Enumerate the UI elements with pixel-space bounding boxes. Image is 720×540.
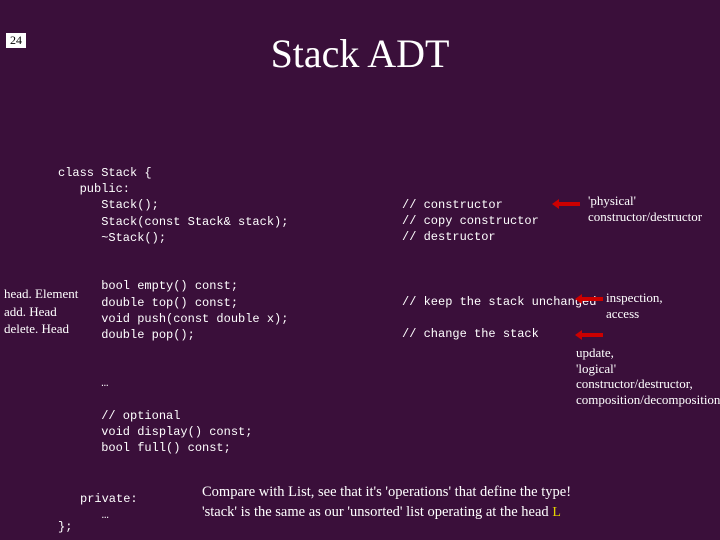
slide-title: Stack ADT [0,30,720,77]
sad-face-icon: L [552,505,561,520]
comment-block-ops: // keep the stack unchanged // change th… [402,294,596,343]
side-item: delete. Head [4,320,78,338]
annotation-inspection: inspection, access [606,290,663,321]
slide-number: 24 [6,33,26,48]
annot-line: update, [576,345,720,361]
annot-line: constructor/destructor [588,209,702,225]
side-list: head. Element add. Head delete. Head [4,285,78,338]
compare-note: Compare with List, see that it's 'operat… [202,482,571,523]
compare-line: Compare with List, see that it's 'operat… [202,482,571,502]
code-block-main: class Stack { public: Stack(); Stack(con… [58,165,288,456]
code-line: private: [80,492,138,506]
annot-line: composition/decomposition [576,392,720,408]
annot-line: 'physical' [588,193,702,209]
arrow-left-icon [581,297,603,301]
annotation-update: update, 'logical' constructor/destructor… [576,345,720,407]
side-item: head. Element [4,285,78,303]
code-block-private: private: … [80,475,138,524]
annot-line: constructor/destructor, [576,376,720,392]
side-item: add. Head [4,303,78,321]
annotation-physical: 'physical' constructor/destructor [588,193,702,225]
code-line: … [80,508,109,522]
annot-line: access [606,306,663,322]
compare-line: 'stack' is the same as our 'unsorted' li… [202,504,552,520]
arrow-left-icon [558,202,580,206]
comment-block-ctor: // constructor // copy constructor // de… [402,197,539,246]
arrow-left-icon [581,333,603,337]
code-close: }; [58,520,72,534]
annot-line: 'logical' [576,361,720,377]
annot-line: inspection, [606,290,663,306]
